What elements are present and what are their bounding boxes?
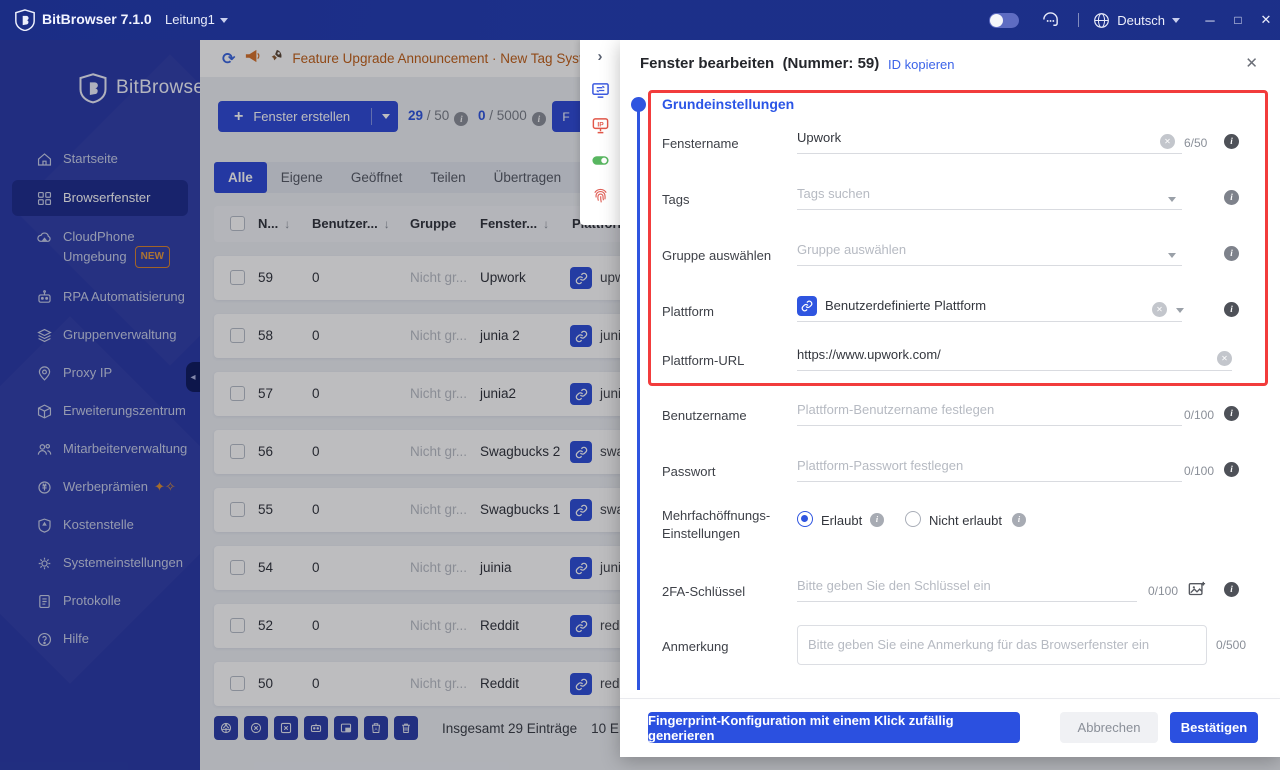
info-icon[interactable]: i xyxy=(1224,582,1239,597)
close-icon[interactable]: ✕ xyxy=(1245,54,1258,72)
chevron-down-icon xyxy=(219,18,228,24)
maximize-button[interactable]: □ xyxy=(1224,13,1252,27)
svg-text:IP: IP xyxy=(597,121,604,128)
info-icon[interactable]: i xyxy=(1224,134,1239,149)
char-counter: 0/100 xyxy=(1184,408,1215,422)
fenstername-input[interactable]: Upwork xyxy=(797,130,1182,154)
fingerprint-icon[interactable] xyxy=(591,186,610,205)
char-counter: 0/500 xyxy=(1216,638,1247,652)
window-number: (Nummer: 59) xyxy=(782,55,880,72)
modal-title: Fenster bearbeiten (Nummer: 59) xyxy=(640,55,880,72)
globe-icon xyxy=(1093,12,1110,29)
app-window: BitBrowser 7.1.0 Leitung1 Deutsch ─ □ ✕ … xyxy=(0,0,1280,770)
app-logo-icon xyxy=(15,9,35,31)
info-icon[interactable]: i xyxy=(1012,513,1026,527)
info-icon[interactable]: i xyxy=(1224,462,1239,477)
clear-icon[interactable]: ✕ xyxy=(1160,134,1175,149)
info-icon[interactable]: i xyxy=(1224,302,1239,317)
benutzername-input[interactable]: Plattform-Benutzername festlegen xyxy=(797,402,1182,426)
theme-toggle[interactable] xyxy=(989,12,1020,28)
window-sync-icon[interactable] xyxy=(591,81,610,100)
edit-window-modal: Fenster bearbeiten (Nummer: 59) ID kopie… xyxy=(620,40,1280,757)
divider xyxy=(1078,13,1080,27)
field-label-passwort: Passwort xyxy=(662,464,716,479)
char-counter: 0/100 xyxy=(1148,584,1179,598)
field-label-fenstername: Fenstername xyxy=(662,136,739,151)
channel-selector[interactable]: Leitung1 xyxy=(165,12,228,27)
section-title: Grundeinstellungen xyxy=(662,96,795,112)
field-label-2fa: 2FA-Schlüssel xyxy=(662,584,746,599)
chevron-down-icon[interactable] xyxy=(1168,253,1176,258)
field-label-gruppe: Gruppe auswählen xyxy=(662,248,772,263)
field-label-url: Plattform-URL xyxy=(662,353,745,368)
confirm-button[interactable]: Bestätigen xyxy=(1170,712,1258,743)
info-icon[interactable]: i xyxy=(1224,190,1239,205)
cancel-button[interactable]: Abbrechen xyxy=(1060,712,1158,743)
platform-link-icon xyxy=(797,296,817,316)
radio-erlaubt[interactable] xyxy=(797,511,813,527)
underline xyxy=(797,321,825,322)
anmerkung-textarea[interactable]: Bitte geben Sie eine Anmerkung für das B… xyxy=(797,625,1207,665)
language-selector[interactable]: Deutsch xyxy=(1117,13,1165,28)
close-window-button[interactable]: ✕ xyxy=(1252,12,1280,28)
ip-check-icon[interactable]: IP xyxy=(591,116,610,135)
field-label-plattform: Plattform xyxy=(662,304,715,319)
info-icon[interactable]: i xyxy=(1224,406,1239,421)
quick-toolbar: › IP xyxy=(580,40,620,225)
copy-id-link[interactable]: ID kopieren xyxy=(888,57,954,72)
chevron-down-icon xyxy=(1172,17,1180,23)
plattform-select[interactable]: Benutzerdefinierte Plattform xyxy=(825,298,1182,322)
collapse-chevron-icon[interactable]: › xyxy=(598,48,603,65)
field-label-anmerkung: Anmerkung xyxy=(662,639,729,654)
footer-divider xyxy=(620,698,1280,699)
char-counter: 0/100 xyxy=(1184,464,1215,478)
field-label-benutzername: Benutzername xyxy=(662,408,747,423)
radio-label-erlaubt[interactable]: Erlaubt xyxy=(821,513,862,528)
minimize-button[interactable]: ─ xyxy=(1196,13,1224,28)
toggle-icon[interactable] xyxy=(591,151,610,170)
char-counter: 6/50 xyxy=(1184,136,1208,150)
passwort-input[interactable]: Plattform-Passwort festlegen xyxy=(797,458,1182,482)
info-icon[interactable]: i xyxy=(1224,246,1239,261)
chevron-down-icon[interactable] xyxy=(1176,308,1184,313)
info-icon[interactable]: i xyxy=(870,513,884,527)
titlebar: BitBrowser 7.1.0 Leitung1 Deutsch ─ □ ✕ xyxy=(0,0,1280,40)
scan-image-icon[interactable] xyxy=(1188,581,1206,597)
chevron-down-icon[interactable] xyxy=(1168,197,1176,202)
field-label-tags: Tags xyxy=(662,192,690,207)
app-title: BitBrowser 7.1.0 xyxy=(42,11,152,27)
url-input[interactable]: https://www.upwork.com/ xyxy=(797,347,1232,371)
support-icon[interactable] xyxy=(1041,11,1060,30)
timeline-line xyxy=(637,110,640,690)
generate-fingerprint-button[interactable]: Fingerprint-Konfiguration mit einem Klic… xyxy=(648,712,1020,743)
radio-nicht-erlaubt[interactable] xyxy=(905,511,921,527)
gruppe-select[interactable]: Gruppe auswählen xyxy=(797,242,1182,266)
twofa-input[interactable]: Bitte geben Sie den Schlüssel ein xyxy=(797,578,1137,602)
radio-label-nicht-erlaubt[interactable]: Nicht erlaubt xyxy=(929,513,1002,528)
clear-icon[interactable]: ✕ xyxy=(1217,351,1232,366)
field-label-mehrfach: Mehrfachöffnungs-Einstellungen xyxy=(662,508,771,541)
clear-icon[interactable]: ✕ xyxy=(1152,302,1167,317)
tags-input[interactable]: Tags suchen xyxy=(797,186,1182,210)
